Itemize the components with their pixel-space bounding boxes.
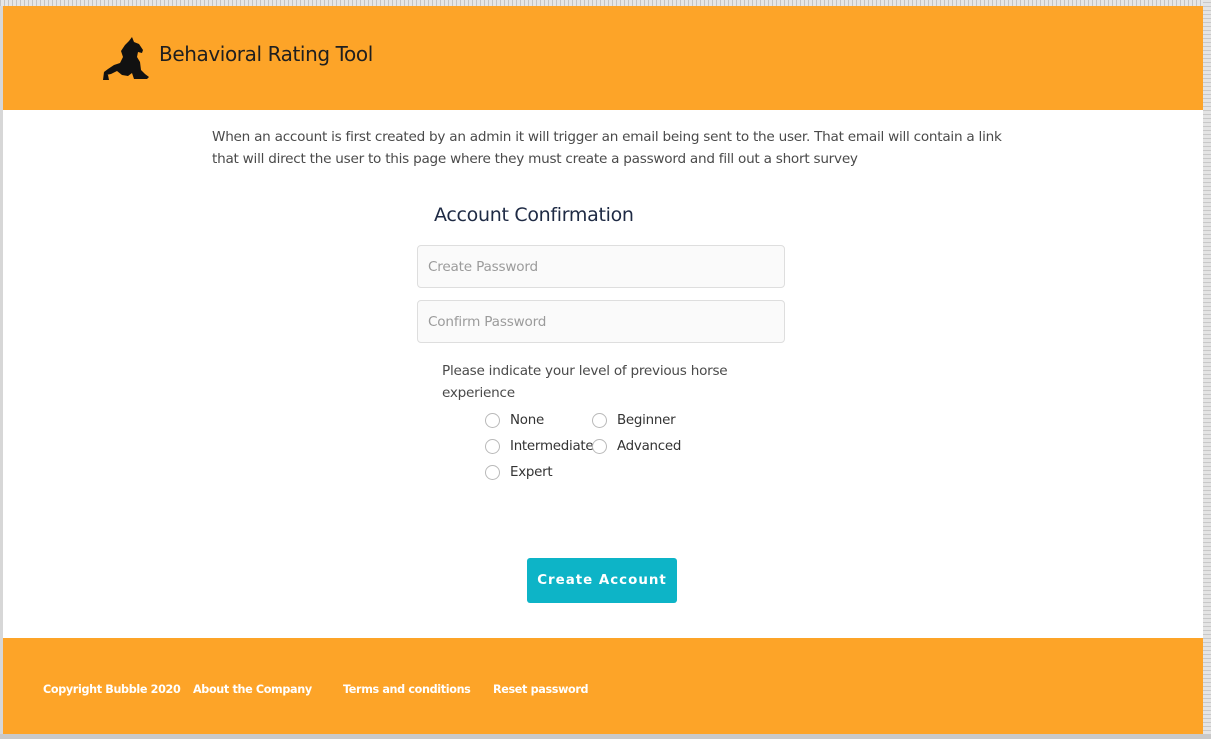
footer-bar: Copyright Bubble 2020 About the Company … (3, 638, 1203, 734)
radio-option-advanced[interactable]: Advanced (592, 437, 681, 455)
confirm-password-input[interactable] (417, 300, 785, 343)
survey-question: Please indicate your level of previous h… (442, 363, 728, 401)
intro-text: When an account is first created by an a… (212, 129, 1002, 167)
footer-copyright: Copyright Bubble 2020 (43, 683, 181, 696)
form-title: Account Confirmation (434, 204, 634, 226)
window-bottom-strip (0, 734, 1211, 739)
rearing-horse-icon (103, 37, 149, 80)
radio-option-expert[interactable]: Expert (485, 463, 553, 481)
radio-label: Expert (510, 464, 553, 480)
radio-label: Intermediate (510, 438, 594, 454)
footer-link-terms[interactable]: Terms and conditions (343, 683, 471, 696)
header-bar: Behavioral Rating Tool (3, 6, 1203, 110)
app-title: Behavioral Rating Tool (159, 42, 373, 66)
radio-button[interactable] (592, 412, 607, 428)
radio-label: Advanced (617, 438, 682, 454)
footer-link-about[interactable]: About the Company (193, 683, 312, 696)
radio-option-intermediate[interactable]: Intermediate (485, 437, 594, 455)
radio-button[interactable] (485, 412, 500, 428)
window-right-gutter (1203, 0, 1211, 739)
radio-label: None (510, 412, 544, 428)
radio-button[interactable] (485, 464, 500, 480)
radio-option-beginner[interactable]: Beginner (592, 411, 676, 429)
radio-button[interactable] (485, 438, 500, 454)
page: Behavioral Rating Tool When an account i… (3, 6, 1203, 734)
radio-button[interactable] (592, 438, 607, 454)
radio-label: Beginner (617, 412, 676, 428)
create-account-button[interactable]: Create Account (527, 558, 677, 603)
create-password-input[interactable] (417, 245, 785, 288)
footer-link-reset-password[interactable]: Reset password (493, 683, 589, 696)
radio-option-none[interactable]: None (485, 411, 544, 429)
